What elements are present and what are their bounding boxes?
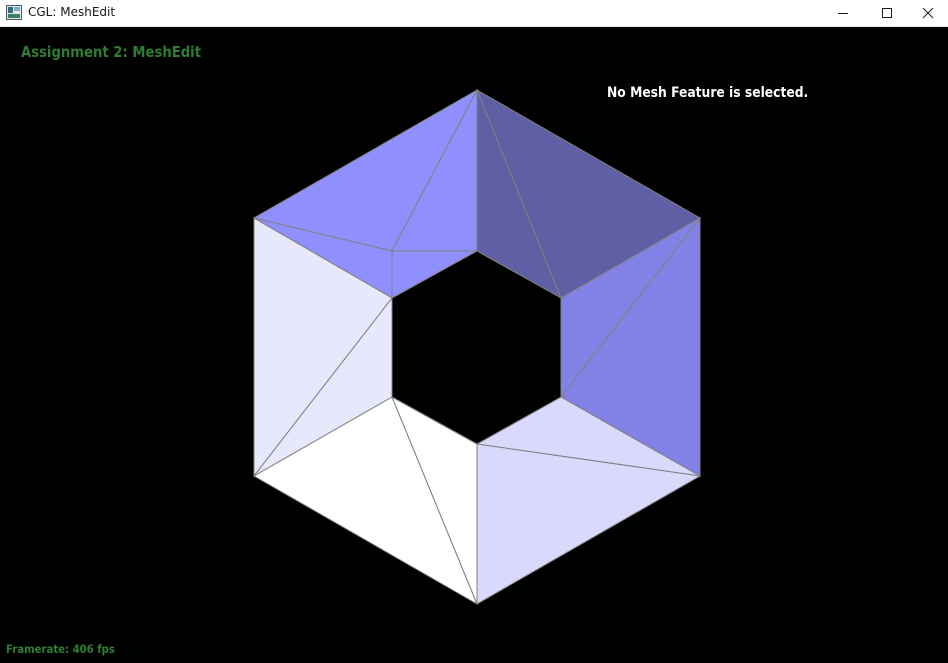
maximize-icon bbox=[882, 8, 892, 18]
framerate-readout: Framerate: 406 fps bbox=[6, 642, 115, 656]
app-icon bbox=[6, 5, 22, 20]
window-title: CGL: MeshEdit bbox=[28, 5, 116, 19]
minimize-button[interactable] bbox=[820, 0, 866, 26]
close-icon bbox=[922, 7, 934, 19]
gl-viewport[interactable]: Assignment 2: MeshEdit No Mesh Feature i… bbox=[0, 27, 948, 663]
mesh-canvas[interactable] bbox=[0, 27, 948, 663]
meshedit-window: CGL: MeshEdit Assignment 2: MeshEdit No … bbox=[0, 0, 948, 663]
selection-status: No Mesh Feature is selected. bbox=[607, 85, 809, 101]
assignment-title: Assignment 2: MeshEdit bbox=[21, 43, 202, 61]
minimize-icon bbox=[838, 13, 848, 14]
title-bar[interactable]: CGL: MeshEdit bbox=[0, 0, 948, 27]
close-button[interactable] bbox=[908, 0, 948, 26]
maximize-button[interactable] bbox=[864, 0, 910, 26]
